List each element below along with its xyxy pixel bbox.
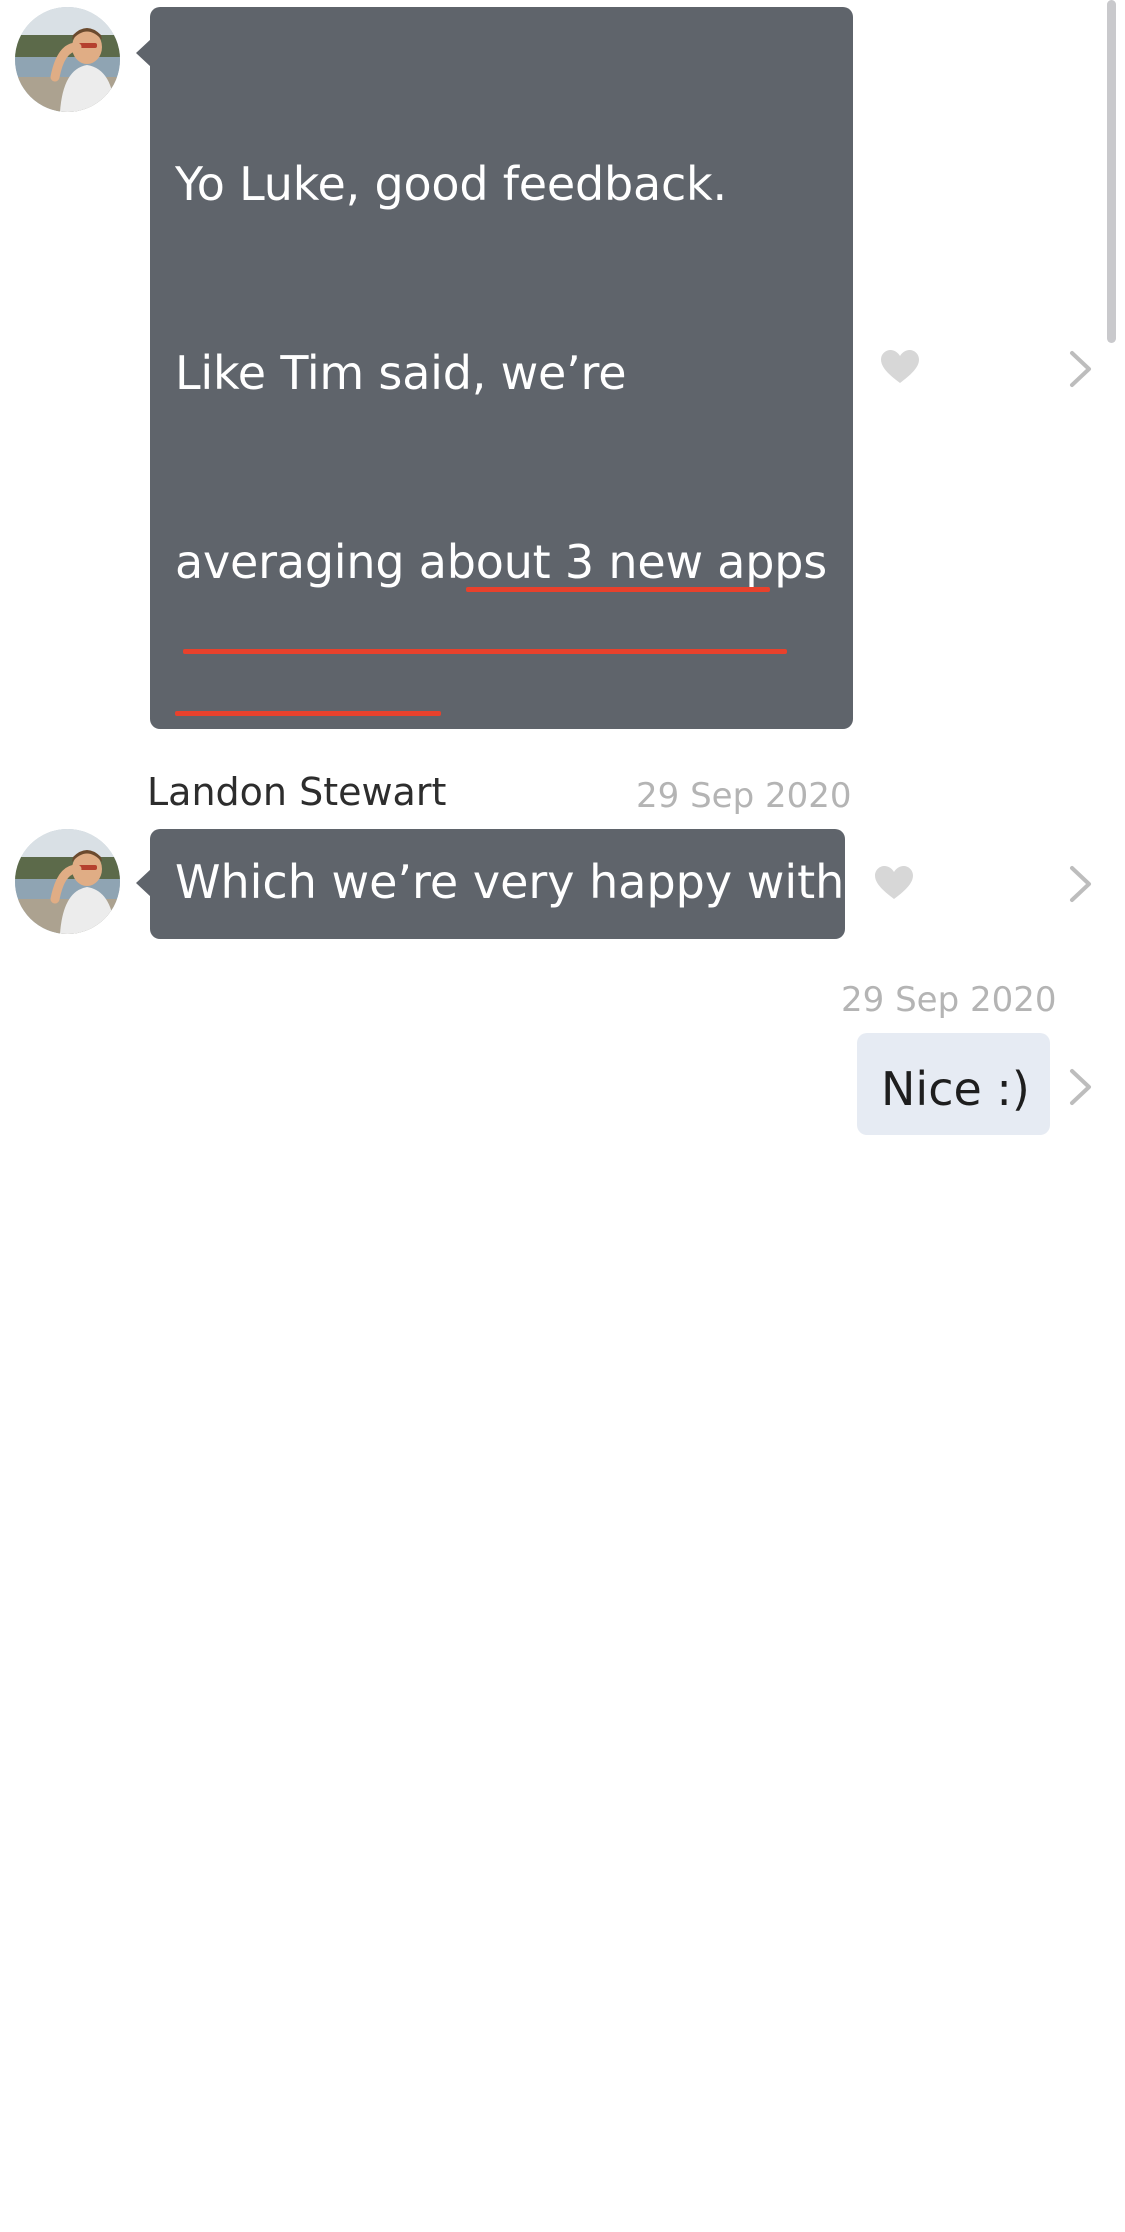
message-line: next month. [175,2047,454,2101]
message-line: add an extra 6 figures or so [175,1858,807,1912]
message-line: Like Tim said, we’re [175,346,627,400]
message-text: Yo Luke, good feedback. Like Tim said, w… [175,27,835,2232]
heart-icon[interactable] [874,865,914,901]
timestamp: 29 Sep 2020 [841,980,1057,1020]
message-text: Which we’re very happy with [175,855,845,909]
message-text: Nice :) [881,1062,1030,1116]
avatar[interactable] [15,7,120,112]
chevron-right-icon[interactable] [1068,864,1094,904]
highlight-underline [466,587,770,592]
chevron-right-icon[interactable] [1068,1067,1094,1107]
message-line: averaging about 3 new apps [175,535,828,589]
chevron-right-icon[interactable] [1068,349,1094,389]
message-line: Yo Luke, good feedback. [175,157,727,211]
message-bubble[interactable]: Which we’re very happy with [136,829,845,939]
highlight-underline [183,649,787,654]
bubble-tail [136,869,151,897]
timestamp: 29 Sep 2020 [636,776,852,816]
message-line: conversions, email should [175,1669,769,1723]
highlight-underline [175,711,441,716]
message-line: Based on our price point & [175,1480,786,1534]
bubble-tail [136,39,151,67]
message-line: apps. [175,1102,300,1156]
message-bubble[interactable]: Nice :) [857,1033,1050,1135]
avatar[interactable] [15,829,120,934]
message-line [175,1287,835,1350]
sender-name: Landon Stewart [147,770,447,814]
scrollbar[interactable] [1107,0,1116,343]
heart-icon[interactable] [880,349,920,385]
message-bubble[interactable]: Yo Luke, good feedback. Like Tim said, w… [136,7,853,2101]
